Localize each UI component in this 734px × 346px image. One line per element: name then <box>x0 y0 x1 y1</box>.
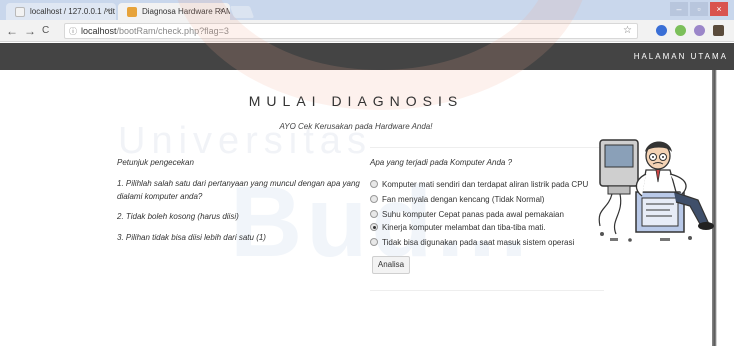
address-bar-row: ← → C ⓘ localhost/bootRam/check.php?flag… <box>0 20 734 42</box>
instruction-item: 1. Pilihlah salah satu dari pertanyaan y… <box>117 179 360 201</box>
question-heading: Apa yang terjadi pada Komputer Anda ? <box>370 158 513 167</box>
option-label: Suhu komputer Cepat panas pada awal pema… <box>382 209 564 219</box>
option-radio[interactable]: Suhu komputer Cepat panas pada awal pema… <box>370 209 564 219</box>
form-divider <box>370 290 604 291</box>
tab-diagnosa[interactable]: Diagnosa Hardware RAM × <box>118 3 230 20</box>
back-arrow-icon[interactable]: ← <box>6 24 18 38</box>
film-extension-icon[interactable] <box>713 25 724 36</box>
page-title: MULAI DIAGNOSIS <box>248 93 464 109</box>
url-input[interactable]: ⓘ localhost/bootRam/check.php?flag=3 ☆ <box>64 23 638 39</box>
tab-title: Diagnosa Hardware RAM <box>142 7 230 16</box>
reload-icon[interactable]: C <box>42 25 49 36</box>
radio-button[interactable] <box>370 223 378 231</box>
option-radio[interactable]: Kinerja komputer melambat dan tiba-tiba … <box>370 222 546 232</box>
option-label: Kinerja komputer melambat dan tiba-tiba … <box>382 222 546 232</box>
url-host: localhost <box>81 26 117 36</box>
option-label: Fan menyala dengan kencang (Tidak Normal… <box>382 194 545 204</box>
purple-extension-icon[interactable] <box>694 25 705 36</box>
instruction-item: 3. Pilihan tidak bisa diisi lebih dari s… <box>117 233 266 242</box>
blue-extension-icon[interactable] <box>656 25 667 36</box>
tab-bar: localhost / 127.0.0.1 / dt × Diagnosa Ha… <box>0 0 734 20</box>
site-info-icon[interactable]: ⓘ <box>69 26 77 37</box>
tab-phpmyadmin[interactable]: localhost / 127.0.0.1 / dt × <box>6 3 116 20</box>
home-link[interactable]: HALAMAN UTAMA <box>634 52 728 61</box>
radio-button[interactable] <box>370 195 378 203</box>
tab-close-icon[interactable]: × <box>105 6 110 15</box>
window-controls: – ▫ × <box>670 2 728 16</box>
option-radio[interactable]: Komputer mati sendiri dan terdapat alira… <box>370 179 588 189</box>
form-divider <box>370 147 604 148</box>
tab-title: localhost / 127.0.0.1 / dt <box>30 7 115 16</box>
green-extension-icon[interactable] <box>675 25 686 36</box>
close-window-button[interactable]: × <box>710 2 728 16</box>
minimize-button[interactable]: – <box>670 2 688 16</box>
option-radio[interactable]: Tidak bisa digunakan pada saat masuk sis… <box>370 237 574 247</box>
bookmark-star-icon[interactable]: ☆ <box>623 25 632 36</box>
frustrated-computer-user-illustration <box>598 139 714 242</box>
instruction-item: 2. Tidak boleh kosong (harus diisi) <box>117 212 239 221</box>
new-tab-button[interactable] <box>229 6 255 18</box>
radio-button[interactable] <box>370 180 378 188</box>
option-label: Tidak bisa digunakan pada saat masuk sis… <box>382 237 575 247</box>
browser-window: localhost / 127.0.0.1 / dt × Diagnosa Ha… <box>0 0 734 346</box>
option-radio[interactable]: Fan menyala dengan kencang (Tidak Normal… <box>370 194 544 204</box>
radio-button[interactable] <box>370 210 378 218</box>
phpmyadmin-favicon-icon <box>15 7 25 17</box>
site-navbar: HALAMAN UTAMA <box>0 43 734 70</box>
option-label: Komputer mati sendiri dan terdapat alira… <box>382 179 589 189</box>
maximize-button[interactable]: ▫ <box>690 2 708 16</box>
extension-icons: ⋮ <box>656 25 734 36</box>
radio-button[interactable] <box>370 238 378 246</box>
forward-arrow-icon[interactable]: → <box>24 24 36 38</box>
url-path: /bootRam/check.php?flag=3 <box>116 26 229 36</box>
analisa-button[interactable]: Analisa <box>372 256 410 274</box>
instructions-heading: Petunjuk pengecekan <box>117 158 194 167</box>
page-favicon-icon <box>127 7 137 17</box>
tab-close-icon[interactable]: × <box>219 6 224 15</box>
